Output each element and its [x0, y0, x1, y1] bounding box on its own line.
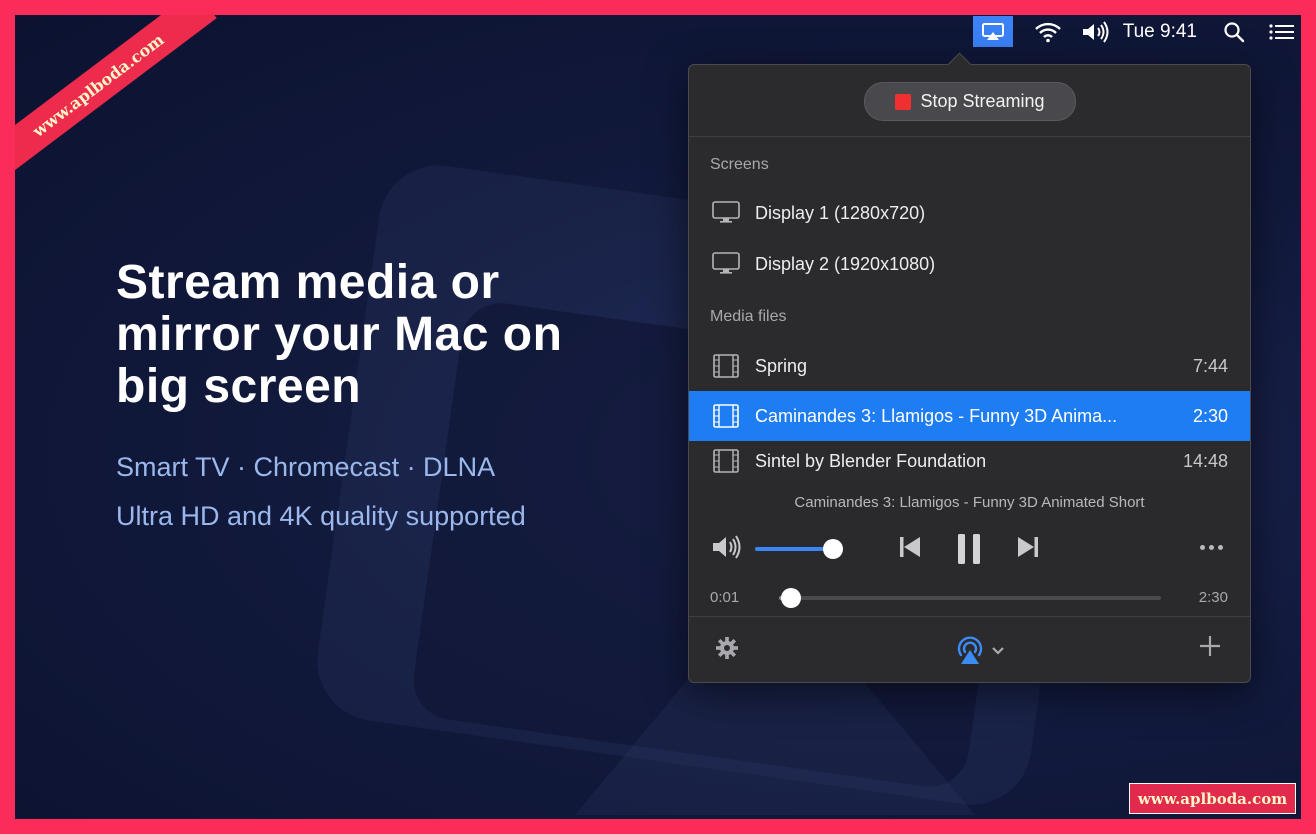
elapsed-time: 0:01 — [710, 589, 740, 606]
monitor-icon — [712, 201, 740, 225]
media-title: Sintel by Blender Foundation — [755, 450, 987, 471]
popover-footer — [689, 617, 1250, 681]
monitor-icon — [712, 252, 740, 276]
volume-icon[interactable] — [1077, 20, 1115, 43]
gear-icon[interactable] — [715, 636, 739, 665]
screen-row-display-1[interactable]: Display 1 (1280x720) — [689, 188, 1250, 238]
media-row-spring[interactable]: Spring 7:44 — [689, 341, 1250, 391]
progress-knob[interactable] — [780, 588, 801, 608]
airplay-device-selector[interactable] — [955, 633, 1005, 670]
film-icon — [712, 354, 740, 378]
media-row-caminandes[interactable]: Caminandes 3: Llamigos - Funny 3D Anima.… — [689, 391, 1250, 441]
stop-streaming-label: Stop Streaming — [920, 91, 1045, 111]
wifi-icon[interactable] — [1029, 21, 1067, 43]
screens-header: Screens — [710, 156, 769, 173]
more-options-icon[interactable] — [1196, 533, 1226, 561]
search-icon[interactable] — [1215, 21, 1253, 43]
next-track-icon[interactable] — [1017, 533, 1039, 561]
screen-label: Display 1 (1280x720) — [755, 202, 926, 223]
progress-track[interactable] — [779, 596, 1161, 600]
plus-icon[interactable] — [1199, 635, 1221, 662]
pause-icon[interactable] — [957, 533, 981, 565]
volume-slider-knob[interactable] — [823, 539, 843, 559]
stop-icon — [895, 93, 912, 110]
media-title: Spring — [755, 355, 808, 376]
menu-bar: Tue 9:41 — [972, 15, 1301, 48]
media-duration: 7:44 — [1192, 355, 1228, 376]
airplay-broadcast-icon — [955, 633, 985, 670]
chevron-down-icon — [991, 643, 1005, 661]
headline: Stream media or mirror your Mac on big s… — [116, 256, 563, 413]
divider — [689, 136, 1250, 137]
desktop-background: Tue 9:41 Stream media or mirror your Mac… — [15, 15, 1301, 819]
popover-arrow — [947, 52, 972, 77]
media-title: Caminandes 3: Llamigos - Funny 3D Anima.… — [755, 405, 1118, 426]
media-files-header: Media files — [710, 308, 787, 325]
media-duration: 14:48 — [1182, 450, 1228, 471]
total-time: 2:30 — [1198, 589, 1228, 606]
streaming-popover: Stop Streaming Screens Display 1 (1280x7… — [688, 52, 1251, 683]
subtitle-platforms: Smart TV · Chromecast · DLNA — [116, 452, 496, 482]
watermark-ribbon: www.aplboda.com — [15, 15, 217, 181]
previous-track-icon[interactable] — [899, 533, 921, 561]
volume-icon[interactable] — [711, 533, 743, 566]
screen-row-display-2[interactable]: Display 2 (1920x1080) — [689, 239, 1250, 289]
film-icon — [712, 404, 740, 428]
menu-list-icon[interactable] — [1263, 23, 1301, 41]
menubar-airplay-icon[interactable] — [972, 16, 1013, 47]
watermark-badge: www.aplboda.com — [1129, 783, 1296, 814]
media-duration: 2:30 — [1192, 405, 1228, 426]
now-playing-title: Caminandes 3: Llamigos - Funny 3D Animat… — [794, 494, 1145, 511]
subtitle-quality: Ultra HD and 4K quality supported — [116, 501, 526, 531]
stop-streaming-button[interactable]: Stop Streaming — [864, 82, 1076, 121]
screen-label: Display 2 (1920x1080) — [755, 253, 936, 274]
film-icon — [712, 449, 740, 473]
player-panel: Caminandes 3: Llamigos - Funny 3D Animat… — [689, 481, 1250, 615]
media-row-sintel[interactable]: Sintel by Blender Foundation 14:48 — [689, 441, 1250, 481]
menubar-clock[interactable]: Tue 9:41 — [1123, 21, 1197, 43]
